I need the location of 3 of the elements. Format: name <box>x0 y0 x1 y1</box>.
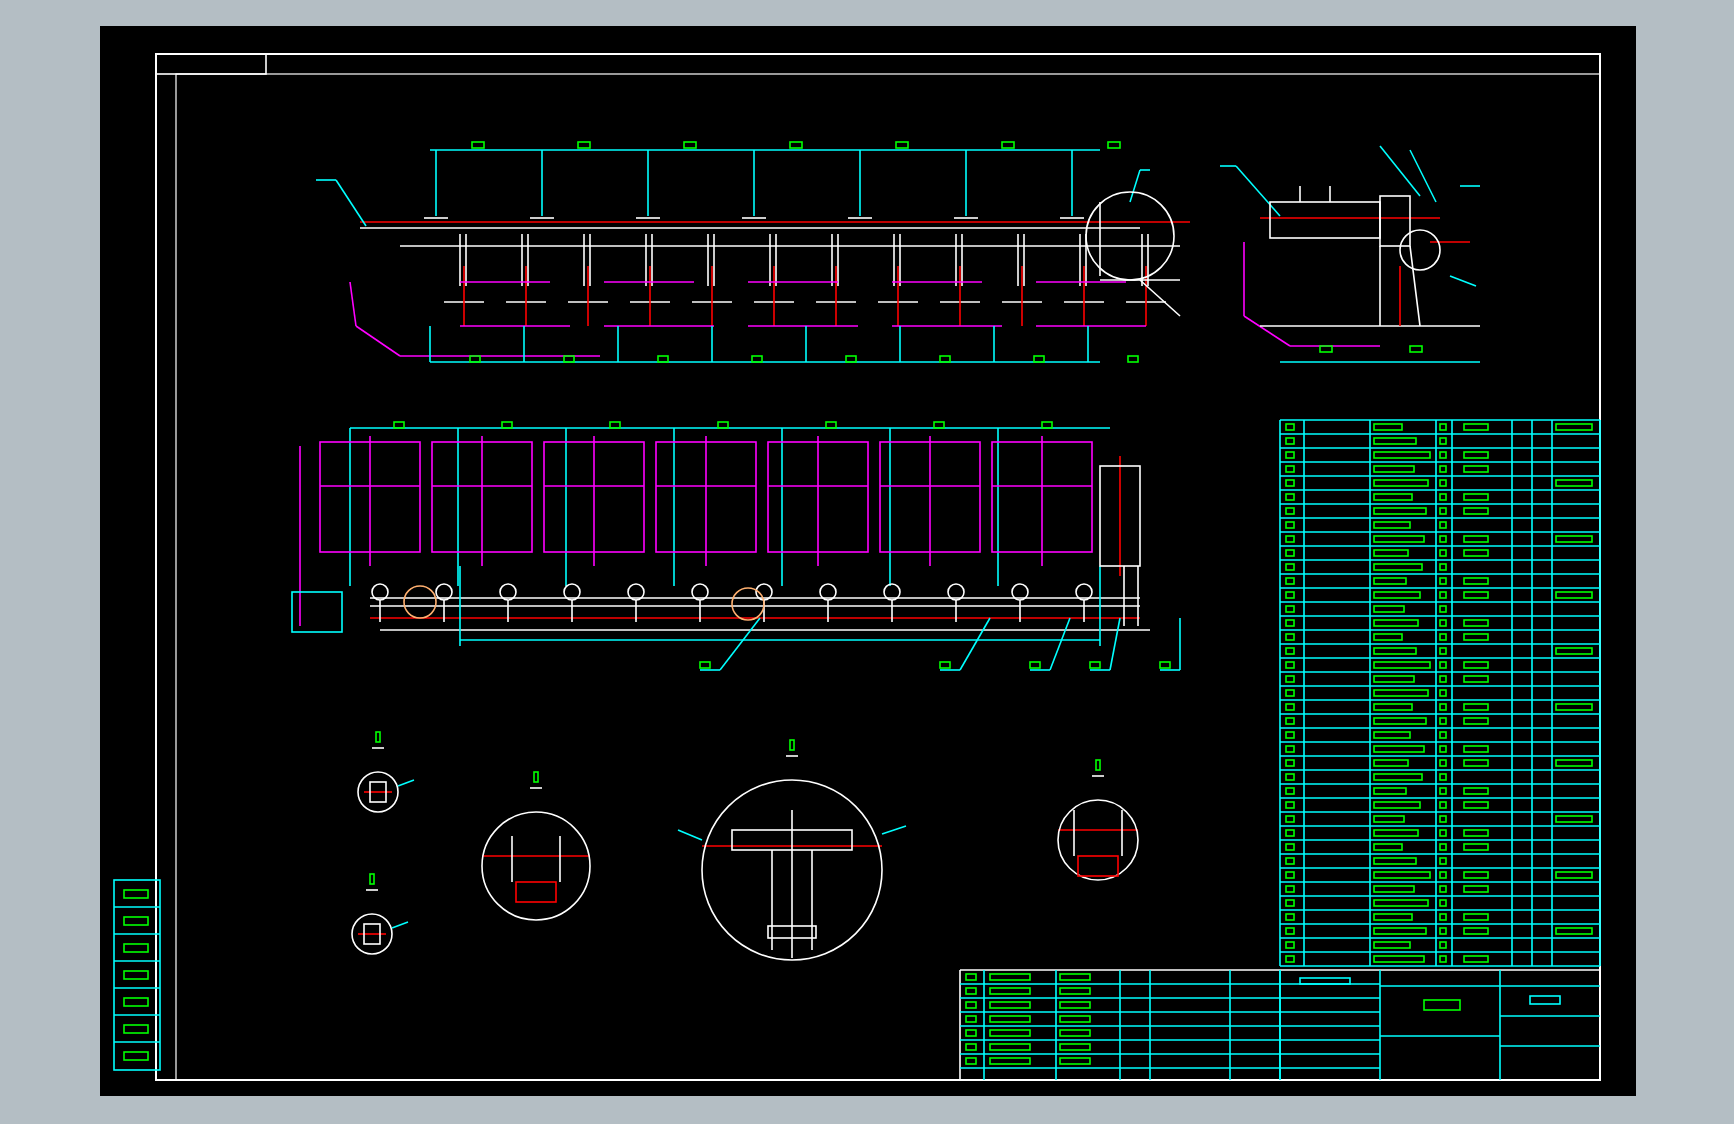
detail-view-drawing <box>357 731 415 813</box>
detail-view-drawing <box>1057 759 1139 881</box>
detail-view-drawing <box>351 873 409 955</box>
